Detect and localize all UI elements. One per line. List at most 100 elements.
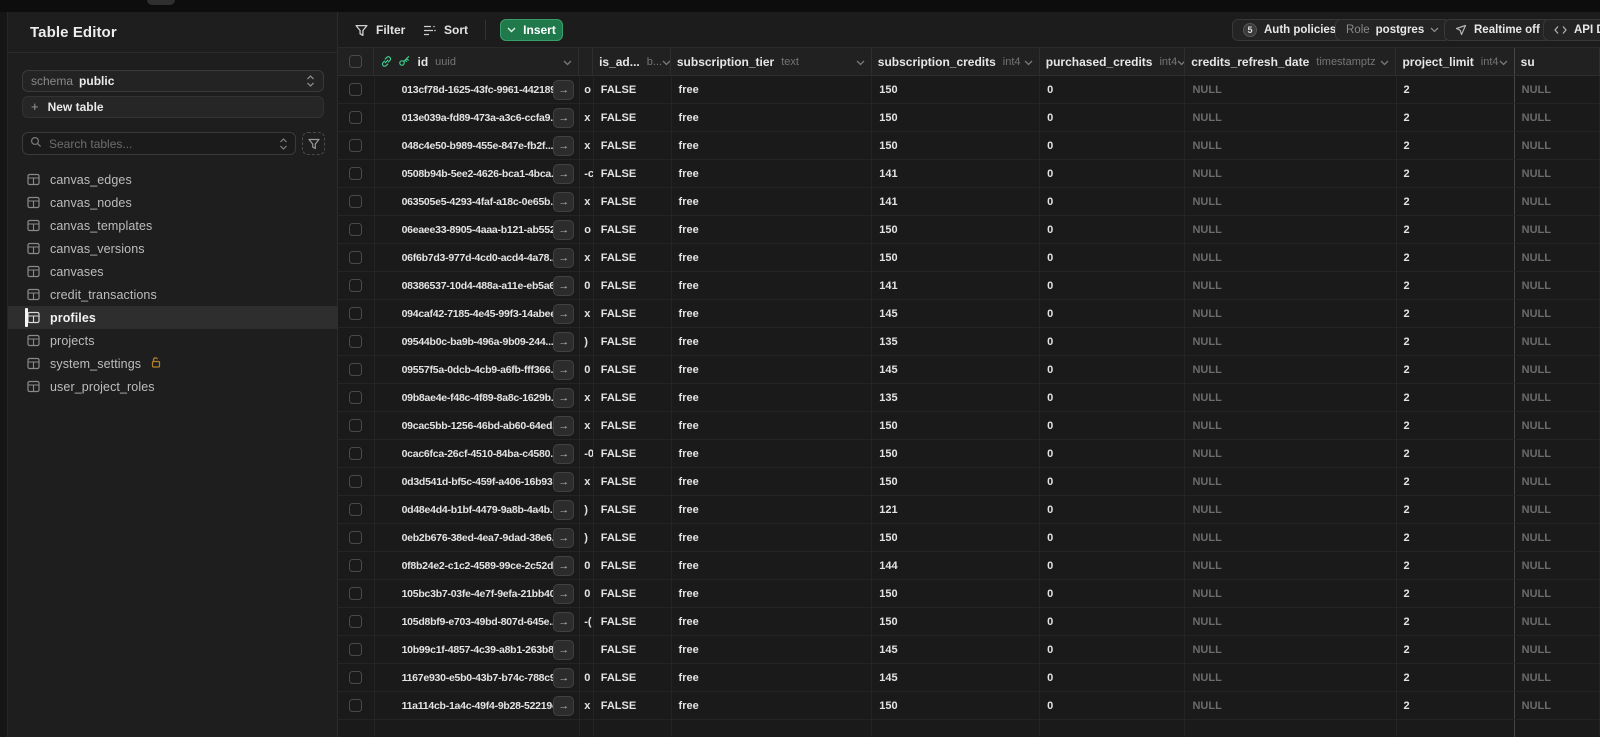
sidebar-item-canvas_templates[interactable]: canvas_templates [8,214,338,237]
cell-id[interactable]: 11a114cb-1a4c-49f4-9b28-52219ec... → [375,692,581,719]
cell-id[interactable]: 013e039a-fd89-473a-a3c6-ccfa9... → [375,104,581,131]
cell-refresh[interactable]: NULL [1185,664,1397,691]
search-tables-input[interactable]: Search tables... [22,132,296,155]
row-checkbox[interactable] [349,335,363,348]
cell-refresh[interactable] [1185,720,1397,737]
column-menu-chevron-icon[interactable] [563,53,572,71]
cell-refresh[interactable]: NULL [1185,468,1397,495]
row-checkbox[interactable] [349,167,363,180]
cell-su[interactable]: NULL [1515,356,1600,383]
cell-is_admin[interactable]: FALSE [594,160,672,187]
insert-button[interactable]: Insert [500,19,563,41]
cell-purchased[interactable]: 0 [1040,608,1186,635]
cell-su[interactable]: NULL [1515,244,1600,271]
row-checkbox[interactable] [349,503,363,516]
cell-id[interactable]: 06eaee33-8905-4aaa-b121-ab552... → [375,216,581,243]
expand-row-button[interactable]: → [553,332,575,352]
cell-su[interactable]: NULL [1515,440,1600,467]
cell-purchased[interactable]: 0 [1040,244,1186,271]
cell-limit[interactable]: 2 [1397,468,1515,495]
cell-is_admin[interactable]: FALSE [594,524,672,551]
row-checkbox[interactable] [349,615,363,628]
cell-limit[interactable]: 2 [1397,132,1515,159]
cell-limit[interactable]: 2 [1397,216,1515,243]
cell-credits[interactable]: 150 [872,580,1041,607]
cell-tier[interactable]: free [672,216,873,243]
cell-limit[interactable]: 2 [1397,636,1515,663]
cell-limit[interactable]: 2 [1397,496,1515,523]
cell-refresh[interactable]: NULL [1185,412,1397,439]
cell-purchased[interactable]: 0 [1040,328,1186,355]
cell-su[interactable]: NULL [1515,524,1600,551]
expand-row-button[interactable]: → [553,220,575,240]
cell-refresh[interactable]: NULL [1185,636,1397,663]
cell-id[interactable]: 094caf42-7185-4e45-99f3-14abee... → [375,300,581,327]
cell-tier[interactable]: free [672,496,873,523]
cell-is_admin[interactable]: FALSE [594,552,672,579]
column-header-su[interactable]: su [1515,48,1600,75]
cell-credits[interactable]: 141 [872,188,1041,215]
cell-credits[interactable]: 145 [872,300,1041,327]
cell-is_admin[interactable] [594,720,672,737]
cell-su[interactable]: NULL [1515,636,1600,663]
cell-is_admin[interactable]: FALSE [594,328,672,355]
cell-refresh[interactable]: NULL [1185,440,1397,467]
sidebar-item-canvas_edges[interactable]: canvas_edges [8,168,338,191]
auth-policies-button[interactable]: 5 Auth policies [1232,19,1348,41]
cell-credits[interactable]: 141 [872,272,1041,299]
row-checkbox[interactable] [349,699,363,712]
cell-is_admin[interactable]: FALSE [594,580,672,607]
cell-clip[interactable]: 0 [580,664,594,691]
row-checkbox[interactable] [349,279,363,292]
expand-row-button[interactable]: → [553,276,575,296]
row-checkbox[interactable] [349,671,363,684]
cell-limit[interactable]: 2 [1397,440,1515,467]
cell-tier[interactable]: free [672,356,873,383]
expand-row-button[interactable]: → [553,192,575,212]
cell-id[interactable]: 063505e5-4293-4faf-a18c-0e65b... → [375,188,581,215]
cell-refresh[interactable]: NULL [1185,272,1397,299]
cell-id[interactable] [375,720,581,737]
row-checkbox[interactable] [349,307,363,320]
cell-is_admin[interactable]: FALSE [594,636,672,663]
cell-limit[interactable]: 2 [1397,272,1515,299]
cell-tier[interactable]: free [672,468,873,495]
cell-clip[interactable]: 0 [580,272,594,299]
expand-row-button[interactable]: → [553,640,575,660]
cell-purchased[interactable]: 0 [1040,188,1186,215]
expand-row-button[interactable]: → [553,528,575,548]
cell-refresh[interactable]: NULL [1185,496,1397,523]
cell-is_admin[interactable]: FALSE [594,132,672,159]
cell-limit[interactable]: 2 [1397,552,1515,579]
cell-clip[interactable]: x [580,132,594,159]
sidebar-item-system_settings[interactable]: system_settings [8,352,338,375]
cell-clip[interactable]: x [580,692,594,719]
cell-purchased[interactable]: 0 [1040,524,1186,551]
cell-clip[interactable]: x [580,104,594,131]
cell-purchased[interactable]: 0 [1040,132,1186,159]
cell-id[interactable]: 08386537-10d4-488a-a11e-eb5a6... → [375,272,581,299]
expand-row-button[interactable]: → [553,136,575,156]
row-checkbox[interactable] [349,447,363,460]
cell-clip[interactable]: x [580,188,594,215]
cell-clip[interactable]: ) [580,496,594,523]
cell-su[interactable]: NULL [1515,552,1600,579]
cell-tier[interactable]: free [672,692,873,719]
cell-limit[interactable] [1397,720,1515,737]
row-checkbox[interactable] [349,83,363,96]
cell-tier[interactable]: free [672,76,873,103]
expand-row-button[interactable]: → [553,472,575,492]
cell-purchased[interactable]: 0 [1040,356,1186,383]
row-checkbox[interactable] [349,587,363,600]
cell-is_admin[interactable]: FALSE [594,692,672,719]
cell-su[interactable]: NULL [1515,188,1600,215]
cell-su[interactable]: NULL [1515,132,1600,159]
row-checkbox[interactable] [349,195,363,208]
cell-id[interactable]: 09b8ae4e-f48c-4f89-8a8c-1629b... → [375,384,581,411]
row-checkbox[interactable] [349,559,363,572]
cell-credits[interactable]: 150 [872,524,1041,551]
cell-credits[interactable]: 145 [872,356,1041,383]
cell-limit[interactable]: 2 [1397,580,1515,607]
cell-is_admin[interactable]: FALSE [594,300,672,327]
column-header-limit[interactable]: project_limit int4 [1396,48,1515,75]
